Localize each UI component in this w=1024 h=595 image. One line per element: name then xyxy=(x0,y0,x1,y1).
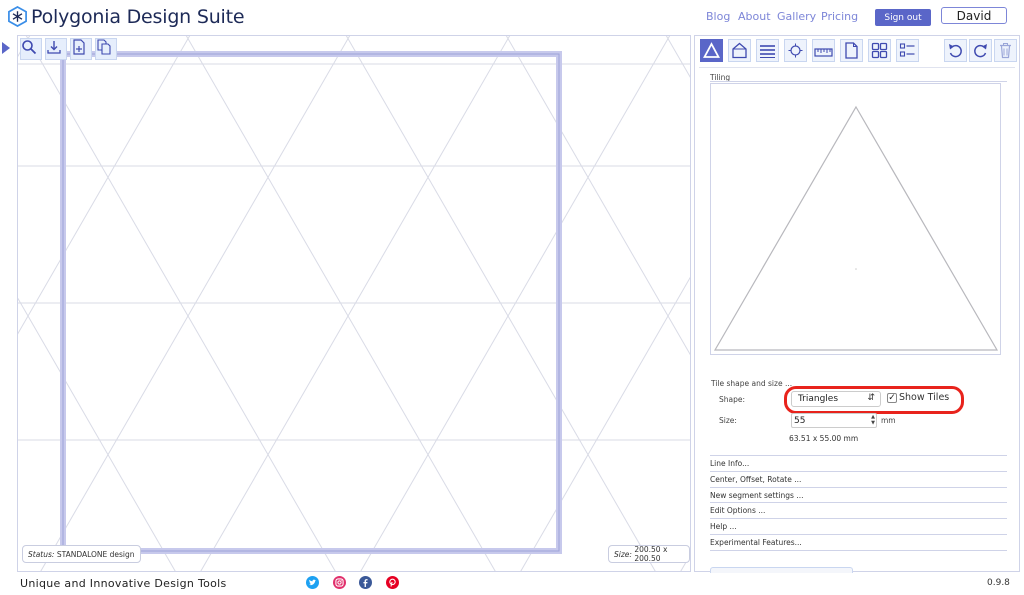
duplicate-button[interactable] xyxy=(95,38,117,60)
tile-shape-size-section[interactable]: Tile shape and size ... xyxy=(711,379,792,388)
size-unit: mm xyxy=(881,416,896,425)
shape-label: Shape: xyxy=(719,395,746,404)
panel-toolbar-divider xyxy=(699,67,1015,68)
triangle-icon xyxy=(703,42,720,58)
zoom-icon xyxy=(22,40,37,55)
tile-preview xyxy=(710,83,1001,355)
delete-button[interactable] xyxy=(994,39,1017,62)
accordion-line-info[interactable]: Line Info... xyxy=(710,455,1007,469)
tiling-tab-button[interactable] xyxy=(700,39,723,62)
expand-sidebar-icon[interactable] xyxy=(2,42,10,54)
pinterest-icon[interactable] xyxy=(386,576,399,589)
size-input[interactable]: 55 ▲ ▼ xyxy=(791,413,877,428)
design-canvas[interactable]: Status: STANDALONE design Size: 200.50 x… xyxy=(17,35,691,572)
accordion-new-segment-settings[interactable]: New segment settings ... xyxy=(710,487,1007,501)
trash-icon xyxy=(1000,43,1011,59)
status-value: STANDALONE design xyxy=(56,549,135,559)
center-tab-button[interactable] xyxy=(784,39,807,62)
nav-gallery[interactable]: Gallery xyxy=(777,10,816,23)
instagram-icon[interactable] xyxy=(333,576,346,589)
shape-tab-button[interactable] xyxy=(728,39,751,62)
tiling-divider xyxy=(710,81,1007,82)
download-icon xyxy=(47,41,61,54)
redo-button[interactable] xyxy=(969,39,992,62)
grid-tab-button[interactable] xyxy=(868,39,891,62)
accordion-center-offset-rotate[interactable]: Center, Offset, Rotate ... xyxy=(710,471,1007,485)
panel-bottom-button[interactable] xyxy=(710,567,853,573)
new-document-button[interactable] xyxy=(70,38,92,60)
footer-tagline: Unique and Innovative Design Tools xyxy=(20,577,227,590)
settings-panel: Tiling Tile shape and size ... Shape: Tr… xyxy=(694,35,1020,573)
app-title: Polygonia Design Suite xyxy=(31,6,245,28)
nav-about[interactable]: About xyxy=(738,10,771,23)
facebook-icon[interactable] xyxy=(359,576,372,589)
header: Polygonia Design Suite Blog About Galler… xyxy=(0,0,1024,34)
lines-tab-button[interactable] xyxy=(756,39,779,62)
size-label: Size: xyxy=(719,416,737,425)
house-shape-icon xyxy=(732,42,747,59)
sign-out-button[interactable]: Sign out xyxy=(875,9,931,26)
page-icon xyxy=(845,42,858,59)
list-icon xyxy=(899,43,915,57)
stepper-arrows-icon[interactable]: ▲ ▼ xyxy=(871,414,875,426)
triangle-tiling-grid xyxy=(18,36,690,571)
page-tab-button[interactable] xyxy=(840,39,863,62)
nav-pricing[interactable]: Pricing xyxy=(821,10,858,23)
accordion-end-divider xyxy=(710,550,1007,551)
duplicate-icon xyxy=(97,39,111,55)
annotation-highlight xyxy=(784,386,964,414)
nav-blog[interactable]: Blog xyxy=(706,10,730,23)
twitter-icon[interactable] xyxy=(306,576,319,589)
lines-icon xyxy=(760,45,775,58)
size-label: Size: xyxy=(614,549,632,559)
measure-tab-button[interactable] xyxy=(812,39,835,62)
tile-dimensions: 63.51 x 55.00 mm xyxy=(789,434,859,443)
user-account-button[interactable]: David xyxy=(941,7,1007,24)
list-tab-button[interactable] xyxy=(896,39,919,62)
size-value: 200.50 x 200.50 xyxy=(634,545,668,563)
ruler-icon xyxy=(814,48,833,57)
undo-icon xyxy=(949,44,962,58)
target-icon xyxy=(788,43,803,58)
size-input-value: 55 xyxy=(794,415,806,426)
size-indicator: Size: 200.50 x 200.50 xyxy=(608,545,690,563)
undo-button[interactable] xyxy=(944,39,967,62)
download-button[interactable] xyxy=(45,38,67,60)
accordion-experimental-features[interactable]: Experimental Features... xyxy=(710,534,1007,548)
redo-icon xyxy=(974,44,987,58)
grid-icon xyxy=(871,42,888,59)
zoom-tool-button[interactable] xyxy=(20,38,42,60)
app-version: 0.9.8 xyxy=(987,578,1010,588)
triangle-tile-preview xyxy=(713,105,999,351)
accordion-help[interactable]: Help ... xyxy=(710,518,1007,532)
polygonia-logo-icon[interactable] xyxy=(7,6,28,27)
status-indicator: Status: STANDALONE design xyxy=(22,545,141,563)
accordion-edit-options[interactable]: Edit Options ... xyxy=(710,502,1007,516)
new-document-icon xyxy=(73,39,85,55)
status-label: Status: xyxy=(28,549,55,559)
